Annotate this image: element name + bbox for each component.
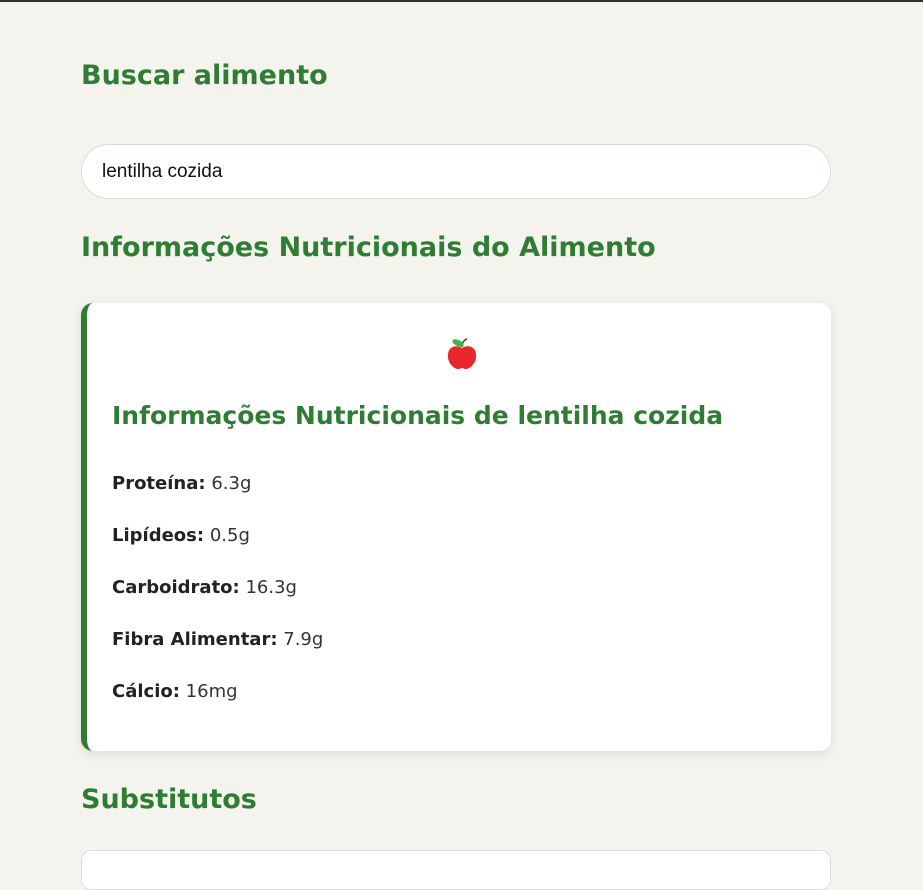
nutrient-label: Proteína: xyxy=(112,473,206,494)
nutrient-value: 0.5g xyxy=(209,525,250,546)
nutrition-card: Informações Nutricionais de lentilha coz… xyxy=(81,303,831,751)
nutrient-carbohydrate: Carboidrato: 16.3g xyxy=(112,577,297,598)
nutrient-fiber: Fibra Alimentar: 7.9g xyxy=(112,629,323,650)
nutrient-value: 7.9g xyxy=(283,629,324,650)
window-top-border xyxy=(0,0,923,2)
nutrient-value: 16.3g xyxy=(245,577,297,598)
nutrient-lipids: Lipídeos: 0.5g xyxy=(112,525,250,546)
nutrient-calcium: Cálcio: 16mg xyxy=(112,681,238,702)
nutrient-label: Fibra Alimentar: xyxy=(112,629,278,650)
apple-icon xyxy=(447,338,477,369)
nutrition-info-heading: Informações Nutricionais do Alimento xyxy=(81,232,656,263)
nutrient-value: 6.3g xyxy=(211,473,252,494)
nutrient-label: Cálcio: xyxy=(112,681,180,702)
search-heading: Buscar alimento xyxy=(81,60,328,91)
substitutes-heading: Substitutos xyxy=(81,784,257,815)
nutrient-protein: Proteína: 6.3g xyxy=(112,473,251,494)
substitutes-list xyxy=(81,850,831,890)
card-title: Informações Nutricionais de lentilha coz… xyxy=(112,401,724,430)
nutrient-label: Carboidrato: xyxy=(112,577,240,598)
search-input[interactable] xyxy=(81,144,831,199)
nutrient-label: Lipídeos: xyxy=(112,525,205,546)
nutrient-value: 16mg xyxy=(185,681,238,702)
